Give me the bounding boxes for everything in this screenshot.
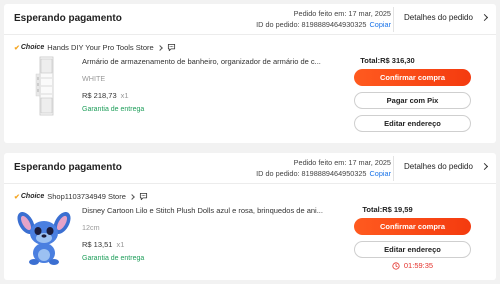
delivery-guarantee: Garantia de entrega: [82, 106, 145, 113]
product-image[interactable]: [14, 203, 74, 268]
confirm-purchase-button[interactable]: Confirmar compra: [354, 218, 471, 235]
countdown-value: 01:59:35: [403, 261, 434, 270]
product-qty: x1: [116, 240, 125, 249]
product-price-row: R$ 218,73 x1: [82, 91, 129, 100]
product-title[interactable]: Armário de armazenamento de banheiro, or…: [82, 57, 332, 66]
product-price: R$ 13,51: [82, 240, 113, 249]
chevron-right-icon: [480, 13, 488, 22]
order-card: Esperando pagamento Pedido feito em: 17 …: [4, 4, 496, 143]
chevron-right-icon: [129, 193, 135, 200]
order-status: Esperando pagamento: [14, 162, 122, 173]
store-row: ✔ Choice Shop1103734949 Store: [14, 191, 148, 202]
checkmark-icon: ✔: [14, 193, 20, 201]
divider: [393, 7, 394, 32]
product-qty: x1: [120, 91, 129, 100]
store-row: ✔ Choice Hands DIY Your Pro Tools Store: [14, 42, 176, 53]
choice-badge: ✔ Choice: [14, 193, 44, 201]
product-price: R$ 218,73: [82, 91, 117, 100]
order-date: Pedido feito em: 17 mar, 2025: [293, 158, 391, 167]
product-variant: 12cm: [82, 223, 100, 232]
choice-badge: ✔ Choice: [14, 44, 44, 52]
order-date: Pedido feito em: 17 mar, 2025: [293, 9, 391, 18]
order-header: Esperando pagamento Pedido feito em: 17 …: [4, 153, 496, 184]
chevron-right-icon: [156, 44, 163, 51]
clock-icon: [392, 261, 400, 270]
pay-with-pix-button[interactable]: Pagar com Pix: [354, 92, 471, 109]
choice-label: Choice: [20, 44, 45, 51]
order-details-label: Detalhes do pedido: [404, 13, 473, 22]
store-name-link[interactable]: Shop1103734949 Store: [47, 192, 126, 201]
confirm-purchase-button[interactable]: Confirmar compra: [354, 69, 471, 86]
edit-address-button[interactable]: Editar endereço: [354, 115, 471, 132]
copy-link[interactable]: Copiar: [370, 169, 392, 178]
order-id-row: ID do pedido: 8198889464930325 Copiar: [256, 20, 391, 29]
choice-label: Choice: [20, 193, 45, 200]
order-id-row: ID do pedido: 8198889464950325 Copiar: [256, 169, 391, 178]
order-details-link[interactable]: Detalhes do pedido: [404, 162, 488, 171]
order-header: Esperando pagamento Pedido feito em: 17 …: [4, 4, 496, 35]
edit-address-button[interactable]: Editar endereço: [354, 241, 471, 258]
product-title[interactable]: Disney Cartoon Lilo e Stitch Plush Dolls…: [82, 206, 332, 215]
payment-countdown: 01:59:35: [354, 261, 471, 270]
delivery-guarantee: Garantia de entrega: [82, 255, 145, 262]
checkmark-icon: ✔: [14, 44, 20, 52]
divider: [393, 156, 394, 181]
order-status: Esperando pagamento: [14, 13, 122, 24]
order-total: Total:R$ 19,59: [362, 205, 413, 214]
order-details-link[interactable]: Detalhes do pedido: [404, 13, 488, 22]
product-image[interactable]: [14, 54, 74, 119]
product-variant: WHITE: [82, 74, 106, 83]
order-card: Esperando pagamento Pedido feito em: 17 …: [4, 153, 496, 280]
chat-bubble-icon[interactable]: [139, 192, 148, 201]
copy-link[interactable]: Copiar: [370, 20, 392, 29]
chat-bubble-icon[interactable]: [167, 43, 176, 52]
order-total: Total:R$ 316,30: [360, 56, 415, 65]
store-name-link[interactable]: Hands DIY Your Pro Tools Store: [47, 43, 153, 52]
chevron-right-icon: [480, 162, 488, 171]
order-details-label: Detalhes do pedido: [404, 162, 473, 171]
order-id: ID do pedido: 8198889464930325: [256, 20, 367, 29]
product-price-row: R$ 13,51 x1: [82, 240, 124, 249]
order-id: ID do pedido: 8198889464950325: [256, 169, 367, 178]
